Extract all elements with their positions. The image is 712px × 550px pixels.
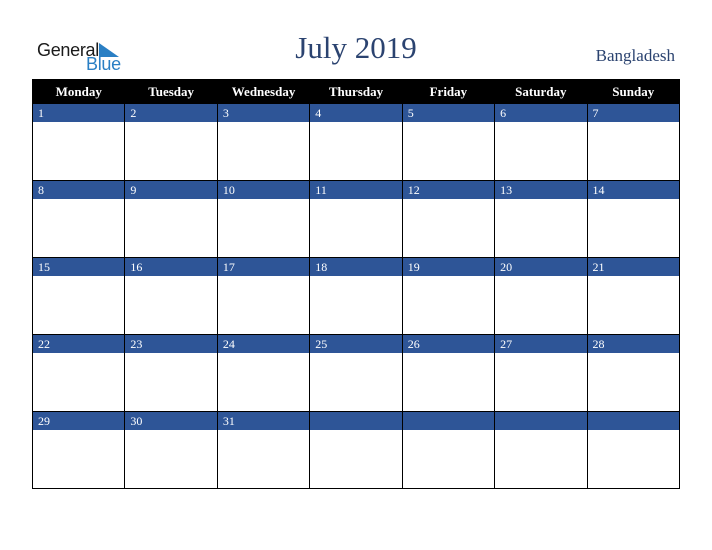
weekday-header-thursday: Thursday: [309, 79, 403, 104]
day-cell[interactable]: 25: [309, 334, 403, 412]
day-number: 3: [217, 104, 310, 122]
day-cell[interactable]: 7: [586, 103, 681, 181]
day-cell[interactable]: 24: [216, 334, 311, 412]
day-cell[interactable]: 26: [401, 334, 496, 412]
day-number: 7: [587, 104, 679, 122]
day-cell[interactable]: [586, 411, 681, 489]
day-cell[interactable]: 30: [124, 411, 218, 489]
day-number: 4: [310, 104, 402, 122]
day-number: 17: [217, 258, 310, 276]
day-number: [495, 412, 587, 430]
day-cell[interactable]: 12: [401, 180, 496, 258]
day-number: 13: [495, 181, 587, 199]
day-cell[interactable]: 16: [124, 257, 218, 335]
day-number: 30: [125, 412, 217, 430]
day-cell[interactable]: 20: [494, 257, 588, 335]
day-number: 22: [33, 335, 125, 353]
weekday-header-saturday: Saturday: [494, 79, 588, 104]
day-number: 27: [495, 335, 587, 353]
day-cell[interactable]: 6: [494, 103, 588, 181]
day-cell[interactable]: 2: [124, 103, 218, 181]
day-cell[interactable]: 31: [216, 411, 311, 489]
day-number: [587, 412, 679, 430]
day-cell[interactable]: 15: [31, 257, 126, 335]
day-number: 15: [33, 258, 125, 276]
week-row: 29 30 31: [31, 411, 681, 489]
weekday-header-sunday: Sunday: [586, 79, 681, 104]
day-cell[interactable]: 29: [31, 411, 126, 489]
weekday-header-row: Monday Tuesday Wednesday Thursday Friday Satu…: [31, 79, 681, 104]
day-number: 21: [587, 258, 679, 276]
day-cell[interactable]: 5: [401, 103, 496, 181]
day-number: 28: [587, 335, 679, 353]
day-cell[interactable]: 23: [124, 334, 218, 412]
day-cell[interactable]: 1: [31, 103, 126, 181]
day-cell[interactable]: 17: [216, 257, 311, 335]
day-number: 26: [402, 335, 495, 353]
day-cell[interactable]: 19: [401, 257, 496, 335]
day-number: 12: [402, 181, 495, 199]
day-number: 9: [125, 181, 217, 199]
day-cell[interactable]: 9: [124, 180, 218, 258]
day-cell[interactable]: 10: [216, 180, 311, 258]
day-number: 11: [310, 181, 402, 199]
week-row: 8 9 10 11 12 13 14: [31, 180, 681, 258]
day-number: 19: [402, 258, 495, 276]
day-number: 2: [125, 104, 217, 122]
day-cell[interactable]: 22: [31, 334, 126, 412]
day-cell[interactable]: [401, 411, 496, 489]
day-cell[interactable]: 18: [309, 257, 403, 335]
day-number: 25: [310, 335, 402, 353]
weekday-header-monday: Monday: [31, 79, 126, 104]
day-cell[interactable]: 21: [586, 257, 681, 335]
day-number: [402, 412, 495, 430]
day-number: 5: [402, 104, 495, 122]
weekday-header-tuesday: Tuesday: [124, 79, 218, 104]
day-cell[interactable]: 28: [586, 334, 681, 412]
day-number: 6: [495, 104, 587, 122]
country-label: Bangladesh: [595, 46, 675, 65]
week-row: 15 16 17 18 19 20 21: [31, 257, 681, 335]
day-cell[interactable]: 14: [586, 180, 681, 258]
calendar-grid: Monday Tuesday Wednesday Thursday Friday Satu…: [31, 79, 681, 489]
day-number: 23: [125, 335, 217, 353]
week-row: 22 23 24 25 26 27 28: [31, 334, 681, 412]
day-number: 1: [33, 104, 125, 122]
day-number: 10: [217, 181, 310, 199]
weekday-header-friday: Friday: [401, 79, 496, 104]
day-number: 8: [33, 181, 125, 199]
day-number: 29: [33, 412, 125, 430]
day-number: 14: [587, 181, 679, 199]
day-number: 31: [217, 412, 310, 430]
day-number: 18: [310, 258, 402, 276]
day-cell[interactable]: 11: [309, 180, 403, 258]
weekday-header-wednesday: Wednesday: [216, 79, 311, 104]
week-row: 1234567: [31, 103, 681, 181]
day-cell[interactable]: 13: [494, 180, 588, 258]
day-cell[interactable]: 3: [216, 103, 311, 181]
day-number: 16: [125, 258, 217, 276]
day-number: 24: [217, 335, 310, 353]
day-cell[interactable]: 8: [31, 180, 126, 258]
day-cell[interactable]: [309, 411, 403, 489]
day-cell[interactable]: 4: [309, 103, 403, 181]
day-number: [310, 412, 402, 430]
day-cell[interactable]: [494, 411, 588, 489]
day-number: 20: [495, 258, 587, 276]
day-cell[interactable]: 27: [494, 334, 588, 412]
